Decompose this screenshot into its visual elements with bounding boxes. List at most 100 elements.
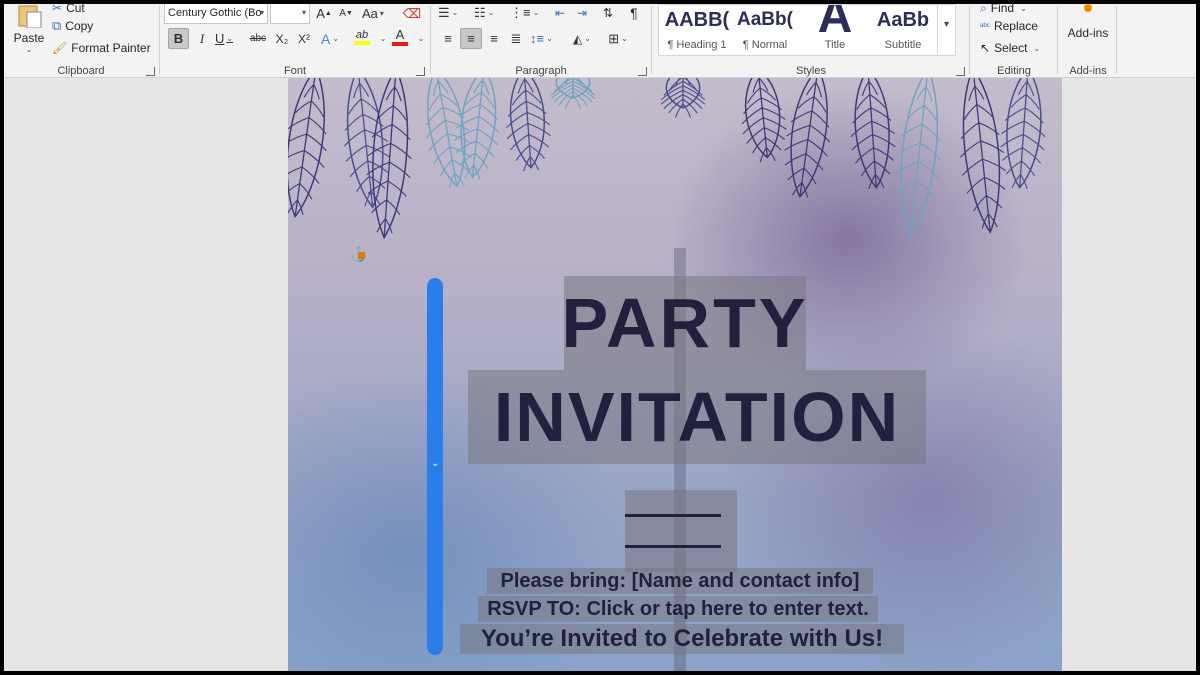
decrease-indent-button[interactable]: ⇤ [550, 4, 570, 23]
font-group-label: Font [283, 65, 306, 77]
feather-leaf [850, 78, 896, 190]
font-size-dropdown[interactable]: ▾ [270, 4, 310, 24]
align-left-button[interactable]: ≡ [438, 28, 458, 49]
numbering-button[interactable]: ☷ ⌄ [474, 4, 494, 23]
multilevel-list-icon: ⋮≡ [510, 4, 531, 20]
addins-group: Add-ins Add-ins [1060, 4, 1116, 78]
bring-text[interactable]: Please bring: [Name and contact info] [487, 568, 873, 594]
bullets-button[interactable]: ☰ ⌄ [438, 4, 458, 23]
style-normal[interactable]: AaBb( ¶ Normal [731, 5, 799, 55]
feather-leaf [660, 78, 706, 118]
style-heading-1[interactable]: AABB( ¶ Heading 1 [663, 5, 731, 55]
shading-button[interactable]: ◭ ⌄ [572, 28, 592, 49]
chevron-down-icon: ⌄ [379, 34, 387, 43]
editing-group-label: Editing [997, 65, 1031, 77]
format-painter-label: Format Painter [71, 41, 151, 55]
italic-label: I [199, 30, 205, 46]
font-name-value: Century Gothic (Bo [168, 7, 262, 19]
highlight-dropdown[interactable]: ⌄ [372, 28, 392, 49]
divider-line [625, 514, 721, 517]
divider-line [625, 545, 721, 548]
replace-button[interactable]: ᵃᵇᶜ Replace [980, 16, 1038, 36]
copy-button[interactable]: ⧉ Copy [52, 16, 93, 36]
style-name: ¶ Heading 1 [667, 39, 727, 51]
justify-button[interactable]: ≣ [506, 28, 526, 49]
title-line-1[interactable]: PARTY [561, 276, 806, 370]
font-dialog-launcher[interactable] [416, 67, 425, 76]
sort-button[interactable]: ⇅ [598, 4, 618, 23]
multilevel-list-button[interactable]: ⋮≡ ⌄ [510, 4, 539, 23]
increase-indent-button[interactable]: ⇥ [572, 4, 592, 23]
superscript-button[interactable]: X² [294, 28, 314, 49]
document-page[interactable]: ⚓ ⌄ PARTY INVITATION Please bring: [Name… [288, 78, 1062, 671]
title-line-2[interactable]: INVITATION [468, 370, 926, 464]
feather-leaf [366, 78, 412, 240]
chevron-down-icon: ⌄ [621, 34, 628, 43]
change-case-button[interactable]: Aa ▾ [362, 4, 384, 24]
align-right-button[interactable]: ≡ [484, 28, 504, 49]
font-color-swatch [392, 42, 408, 46]
pilcrow-icon: ¶ [630, 4, 638, 21]
font-name-dropdown[interactable]: Century Gothic (Bo ▾ [164, 4, 268, 24]
invited-heading[interactable]: You’re Invited to Celebrate with Us! [460, 624, 904, 654]
underline-button[interactable]: U ⌄ [214, 28, 234, 49]
numbering-icon: ☷ [474, 4, 486, 20]
rsvp-placeholder[interactable]: RSVP TO: Click or tap here to enter text… [478, 596, 878, 622]
style-title[interactable]: A Title [801, 5, 869, 55]
increase-indent-icon: ⇥ [576, 5, 588, 20]
strikethrough-label: abc [249, 33, 267, 44]
anchor-icon[interactable]: ⚓ [350, 246, 367, 262]
bold-button[interactable]: B [168, 28, 189, 49]
paste-dropdown-icon[interactable]: ⌄ [10, 45, 48, 54]
addins-label: Add-ins [1067, 26, 1109, 40]
font-color-dropdown[interactable]: ⌄ [410, 28, 430, 49]
shrink-font-button[interactable]: A ▼ [336, 4, 356, 24]
highlight-color-swatch [354, 40, 370, 45]
highlight-button[interactable]: ab [352, 26, 372, 47]
format-painter-button[interactable]: 🖌 Format Painter [52, 38, 151, 58]
paste-button[interactable]: Paste ⌄ [10, 4, 48, 60]
text-effects-button[interactable]: A ⌄ [320, 28, 340, 49]
bold-label: B [173, 31, 184, 46]
styles-more-button[interactable]: ▾ [938, 4, 956, 56]
chevron-down-icon: ⌄ [332, 34, 340, 43]
styles-gallery: AABB( ¶ Heading 1 AaBb( ¶ Normal A Title… [658, 4, 938, 56]
strikethrough-button[interactable]: abc [248, 28, 268, 49]
clear-formatting-button[interactable]: ⌫ [402, 4, 422, 24]
clipboard-dialog-launcher[interactable] [146, 67, 155, 76]
styles-group-label: Styles [796, 65, 826, 77]
editing-group: ⌕ Find ⌄ ᵃᵇᶜ Replace ↖ Select ⌄ Editing [972, 4, 1056, 78]
italic-button[interactable]: I [192, 28, 212, 49]
subscript-button[interactable]: X₂ [272, 28, 292, 49]
line-spacing-button[interactable]: ↕≡ ⌄ [530, 28, 553, 49]
highlight-icon: ab [355, 28, 369, 41]
style-name: ¶ Normal [742, 39, 788, 51]
align-center-button[interactable]: ≡ [460, 28, 482, 49]
search-icon: ⌕ [980, 4, 987, 15]
style-subtitle[interactable]: AaBb Subtitle [869, 5, 937, 55]
feather-leaf [784, 78, 830, 199]
select-button[interactable]: ↖ Select ⌄ [980, 38, 1040, 58]
chevron-down-icon: ⌄ [417, 34, 425, 43]
text-box-selection-handle[interactable]: ⌄ [427, 278, 443, 655]
styles-dialog-launcher[interactable] [956, 67, 965, 76]
ribbon-separator [1057, 6, 1058, 74]
underline-label: U [214, 31, 225, 46]
chevron-down-icon: ▾ [379, 9, 384, 18]
grow-font-button[interactable]: A ▲ [314, 4, 334, 24]
format-painter-icon: 🖌 [52, 41, 68, 55]
lock-icon [358, 252, 365, 259]
ribbon-separator [969, 6, 970, 74]
paragraph-group-label: Paragraph [515, 65, 567, 77]
borders-button[interactable]: ⊞ ⌄ [608, 28, 628, 49]
ribbon: Paste ⌄ ✂ Cut ⧉ Copy 🖌 Format Painter Cl… [4, 4, 1196, 78]
addins-button[interactable]: Add-ins [1060, 4, 1116, 54]
copy-label: Copy [65, 19, 94, 33]
sort-icon: ⇅ [602, 5, 614, 20]
shrink-font-icon: A [339, 8, 346, 19]
chevron-down-icon: ⌄ [532, 8, 540, 17]
align-left-icon: ≡ [444, 31, 452, 46]
show-formatting-marks-button[interactable]: ¶ [624, 4, 644, 23]
paragraph-dialog-launcher[interactable] [638, 67, 647, 76]
font-color-button[interactable]: A [390, 26, 410, 47]
